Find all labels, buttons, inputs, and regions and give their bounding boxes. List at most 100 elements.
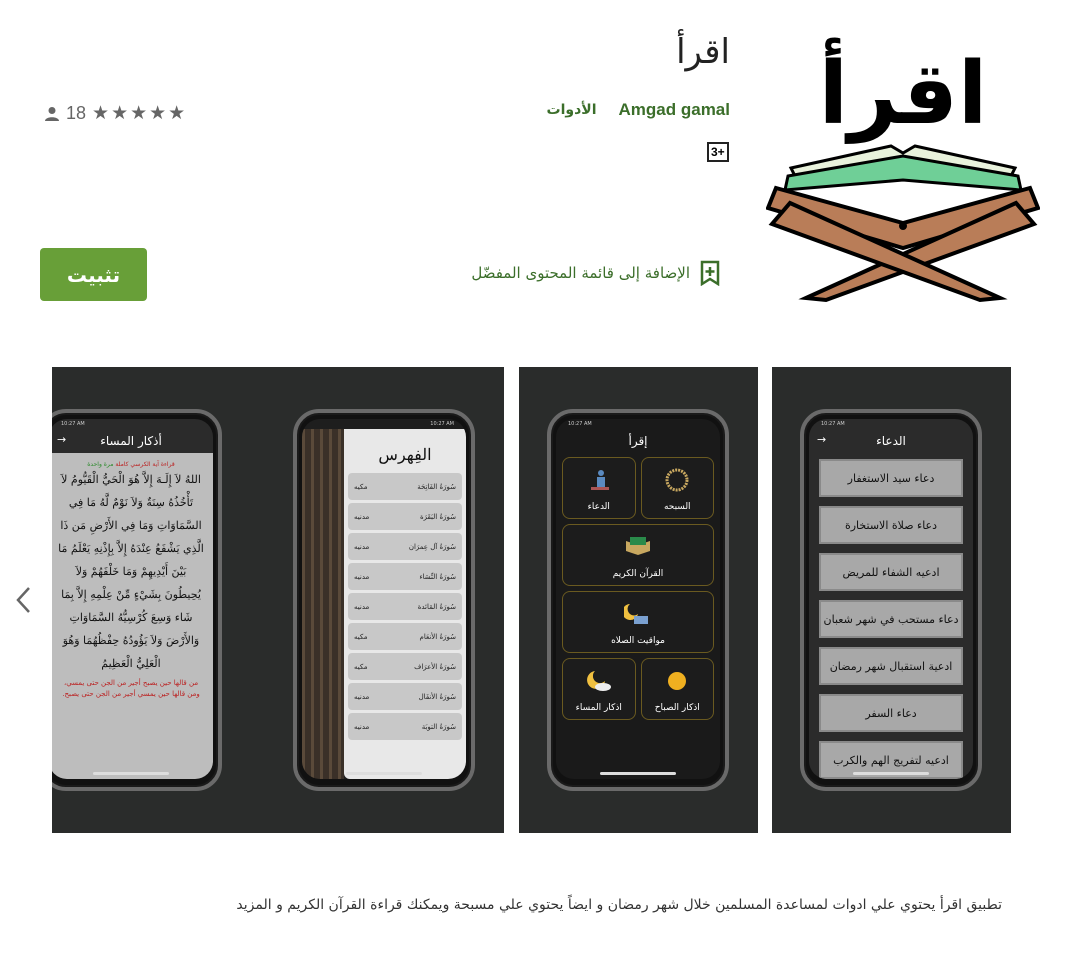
- status-bar-time: 10:27 AM: [568, 421, 592, 427]
- sura-type: مكيه: [354, 482, 368, 491]
- sura-row[interactable]: سُورَةُ الأعرَاف مكيه: [348, 653, 462, 680]
- screenshot-adhkar[interactable]: 10:27 AM أذكار المساء → قراءة آية الكرسي…: [52, 367, 291, 833]
- screenshot-duaa-list[interactable]: 10:27 AM الدعاء → دعاء سيد الاستغفار دعاء…: [772, 367, 1011, 833]
- screen-title-text: الدعاء: [876, 434, 906, 448]
- tile-quran[interactable]: القرآن الكريم: [562, 524, 714, 586]
- sun-icon: [668, 672, 687, 690]
- back-arrow-icon: →: [57, 433, 67, 446]
- sura-row[interactable]: سُورَةُ البَقَرَة مدنيه: [348, 503, 462, 530]
- duaa-list-item[interactable]: ادعية استقبال شهر رمضان: [819, 647, 963, 685]
- sura-type: مدنيه: [354, 602, 370, 611]
- developer-link[interactable]: Amgad gamal: [619, 100, 730, 120]
- wishlist-label: الإضافة إلى قائمة المحتوى المفضّل: [471, 264, 690, 282]
- duaa-list-item[interactable]: دعاء مستحب في شهر شعبان: [819, 600, 963, 638]
- rating-summary: 18 ★★★★★: [44, 102, 187, 125]
- phone-screen: 10:27 AM إقرأ الدعاء السبحه القرآن الكري…: [556, 419, 720, 779]
- add-to-wishlist-button[interactable]: الإضافة إلى قائمة المحتوى المفضّل: [471, 260, 720, 286]
- sura-row[interactable]: سُورَةُ آل عِمرَان مدنيه: [348, 533, 462, 560]
- quran-page-background: [302, 429, 344, 779]
- status-bar-time: 10:27 AM: [821, 421, 845, 427]
- install-button[interactable]: تثبيت: [40, 248, 147, 301]
- sura-row[interactable]: سُورَةُ المَائدة مدنيه: [348, 593, 462, 620]
- duaa-list: دعاء سيد الاستغفار دعاء صلاة الاستخارة ادع…: [809, 453, 973, 779]
- tile-evening-adhkar[interactable]: اذكار المساء: [562, 658, 636, 720]
- bookmark-add-icon: [700, 260, 720, 286]
- sura-type: مدنيه: [354, 722, 370, 731]
- screen-title-text: أذكار المساء: [100, 434, 162, 448]
- sura-list: سُورَةُ الفَاتِحَة مكيه سُورَةُ البَقَرَة م…: [344, 473, 466, 740]
- phone-frame: 10:27 AM إقرأ الدعاء السبحه القرآن الكري…: [547, 409, 729, 791]
- tile-prayer-times[interactable]: مواقيت الصلاه: [562, 591, 714, 653]
- back-arrow-icon: →: [817, 433, 827, 446]
- sura-name: سُورَةُ النِّسَاء: [419, 572, 456, 581]
- phone-frame: 10:27 AM أذكار المساء → قراءة آية الكرسي…: [52, 409, 222, 791]
- duaa-list-item[interactable]: ادعيه الشفاء للمريض: [819, 553, 963, 591]
- adhkar-header-text: قراءة آية الكرسي كاملة: [115, 461, 175, 468]
- quran-book-icon: [626, 537, 650, 555]
- tile-label: مواقيت الصلاه: [611, 636, 665, 646]
- adhkar-header: قراءة آية الكرسي كاملة مرة واحدة: [57, 461, 205, 468]
- duaa-list-item[interactable]: دعاء السفر: [819, 694, 963, 732]
- sura-type: مدنيه: [354, 542, 370, 551]
- carousel-prev-chevron-icon[interactable]: [14, 585, 34, 615]
- svg-text:اقرأ: اقرأ: [819, 37, 988, 144]
- screen-title-text: إقرأ: [628, 434, 648, 448]
- sura-type: مكيه: [354, 662, 368, 671]
- sura-type: مدنيه: [354, 692, 370, 701]
- sura-name: سُورَةُ الفَاتِحَة: [417, 482, 456, 491]
- tile-morning-adhkar[interactable]: اذكار الصباح: [640, 658, 714, 720]
- screen-title: أذكار المساء →: [52, 429, 213, 453]
- sura-name: سُورَةُ المَائدة: [417, 602, 456, 611]
- adhkar-verse: اللهُ لاَ إِلَـهَ إِلاَّ هُوَ الْحَيُّ ا…: [58, 473, 204, 670]
- screen-title: الدعاء →: [809, 429, 973, 453]
- phone-screen: 10:27 AM الفِهرس سُورَةُ الفَاتِحَة مكيه س…: [302, 419, 466, 779]
- index-title: الفِهرس: [378, 445, 432, 464]
- home-indicator: [600, 772, 676, 775]
- adhkar-header-count: مرة واحدة: [87, 461, 114, 468]
- sura-name: سُورَةُ الأعرَاف: [414, 662, 456, 671]
- status-bar-time: 10:27 AM: [61, 421, 85, 427]
- screenshot-carousel: 10:27 AM أذكار المساء → قراءة آية الكرسي…: [52, 367, 1012, 833]
- status-bar-time: 10:27 AM: [430, 421, 454, 427]
- moon-cloud-icon: [586, 671, 611, 691]
- mosque-icon: [624, 604, 648, 624]
- sura-name: سُورَةُ آل عِمرَان: [408, 542, 456, 551]
- sura-name: سُورَةُ الأنفَال: [418, 692, 456, 701]
- phone-screen: 10:27 AM الدعاء → دعاء سيد الاستغفار دعاء…: [809, 419, 973, 779]
- tile-label: اذكار الصباح: [654, 703, 700, 713]
- sura-name: سُورَةُ البَقَرَة: [419, 512, 456, 521]
- app-store-page: اقرأ اقرأ Amgad gamal الأدوات 3+ 18 ★★★★…: [0, 0, 1068, 960]
- sura-name: سُورَةُ التوبَة: [421, 722, 456, 731]
- home-indicator: [346, 772, 422, 775]
- screenshot-index[interactable]: 10:27 AM الفِهرس سُورَةُ الفَاتِحَة مكيه س…: [265, 367, 504, 833]
- app-description: تطبيق اقرأ يحتوي علي ادوات لمساعدة المسل…: [236, 897, 1002, 913]
- duaa-list-item[interactable]: دعاء صلاة الاستخارة: [819, 506, 963, 544]
- adhkar-content: قراءة آية الكرسي كاملة مرة واحدة اللهُ ل…: [52, 453, 213, 779]
- prayer-beads-icon: [665, 468, 689, 492]
- star-rating-icons: ★★★★★: [92, 103, 188, 124]
- phone-frame: 10:27 AM الدعاء → دعاء سيد الاستغفار دعاء…: [800, 409, 982, 791]
- phone-frame: 10:27 AM الفِهرس سُورَةُ الفَاتِحَة مكيه س…: [293, 409, 475, 791]
- tile-label: السبحه: [663, 502, 691, 512]
- sura-row[interactable]: سُورَةُ الأنعَام مكيه: [348, 623, 462, 650]
- sura-name: سُورَةُ الأنعَام: [419, 632, 456, 641]
- adhkar-note: من قالها حين يصبح أجير من الجن حتى يمسي،…: [62, 679, 200, 698]
- tile-label: القرآن الكريم: [612, 569, 664, 579]
- sura-type: مدنيه: [354, 512, 370, 521]
- sura-row[interactable]: سُورَةُ النِّسَاء مدنيه: [348, 563, 462, 590]
- app-title: اقرأ: [676, 32, 730, 72]
- sura-row[interactable]: سُورَةُ الفَاتِحَة مكيه: [348, 473, 462, 500]
- home-indicator: [853, 772, 929, 775]
- screenshot-home[interactable]: 10:27 AM إقرأ الدعاء السبحه القرآن الكري…: [519, 367, 758, 833]
- person-icon: [45, 106, 59, 121]
- duaa-list-item[interactable]: دعاء سيد الاستغفار: [819, 459, 963, 497]
- sura-row[interactable]: سُورَةُ الأنفَال مدنيه: [348, 683, 462, 710]
- tile-label: الدعاء: [587, 502, 610, 512]
- index-drawer: الفِهرس سُورَةُ الفَاتِحَة مكيه سُورَةُ ال…: [344, 429, 466, 779]
- phone-screen: 10:27 AM أذكار المساء → قراءة آية الكرسي…: [52, 419, 213, 779]
- tile-duaa[interactable]: الدعاء: [562, 457, 636, 519]
- rating-count: 18: [66, 103, 87, 123]
- tile-tasbih[interactable]: السبحه: [640, 457, 714, 519]
- category-link[interactable]: الأدوات: [547, 102, 597, 118]
- sura-row[interactable]: سُورَةُ التوبَة مدنيه: [348, 713, 462, 740]
